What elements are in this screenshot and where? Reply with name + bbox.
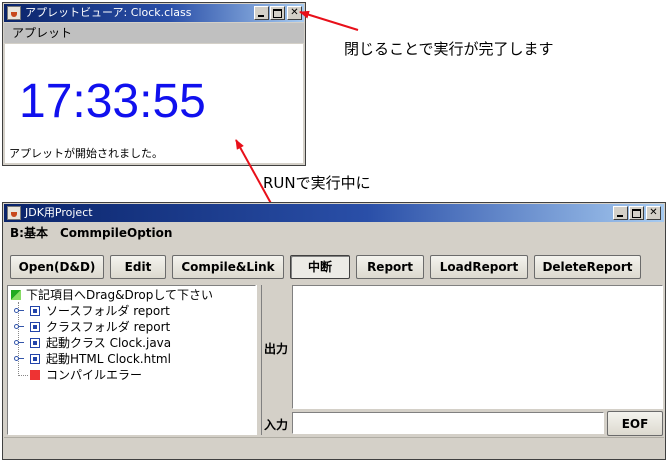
drop-target-icon xyxy=(11,290,21,300)
menu-compile-option[interactable]: CommpileOption xyxy=(60,223,172,243)
tree-key-icon[interactable] xyxy=(14,355,24,363)
tree-connector xyxy=(18,375,28,376)
html-node-icon xyxy=(30,354,40,364)
jdk-menubar: B:基本 CommpileOption xyxy=(4,223,664,243)
maximize-icon[interactable] xyxy=(629,206,644,220)
folder-node-icon xyxy=(30,306,40,316)
output-area[interactable] xyxy=(292,285,663,409)
tree-key-icon[interactable] xyxy=(14,307,24,315)
jdk-titlebar[interactable]: JDK用Project xyxy=(4,204,664,222)
delete-report-button[interactable]: DeleteReport xyxy=(534,255,641,279)
java-cup-icon xyxy=(7,206,21,220)
run-arrow-up xyxy=(235,139,274,208)
jdk-project-window: JDK用Project B:基本 CommpileOption Open(D&D… xyxy=(2,202,666,460)
stop-button[interactable]: 中断 xyxy=(290,255,350,279)
tree-item-label: コンパイルエラー xyxy=(46,368,143,382)
tree-item-label: 起動HTML Clock.html xyxy=(46,352,171,366)
input-field[interactable] xyxy=(292,412,604,434)
close-icon[interactable] xyxy=(646,206,661,220)
tree-item-label: 起動クラス Clock.java xyxy=(46,336,172,350)
input-label: 入力 xyxy=(264,418,289,432)
tree-item-label: ソースフォルダ report xyxy=(46,304,170,318)
compile-link-button[interactable]: Compile&Link xyxy=(172,255,284,279)
minimize-icon[interactable] xyxy=(613,206,628,220)
tree-key-icon[interactable] xyxy=(14,339,24,347)
split-pane-divider[interactable] xyxy=(256,285,262,435)
edit-button[interactable]: Edit xyxy=(110,255,166,279)
error-node-icon xyxy=(30,370,40,380)
jdk-window-title: JDK用Project xyxy=(25,206,93,219)
class-node-icon xyxy=(30,338,40,348)
open-button[interactable]: Open(D&D) xyxy=(10,255,104,279)
tree-key-icon[interactable] xyxy=(14,323,24,331)
report-button[interactable]: Report xyxy=(356,255,424,279)
tree-item-label: クラスフォルダ report xyxy=(46,320,171,334)
eof-button[interactable]: EOF xyxy=(607,411,663,436)
tree-root-label: 下記項目へDrag&Dropして下さい xyxy=(26,288,214,302)
close-arrow xyxy=(299,10,359,31)
output-label: 出力 xyxy=(264,342,289,356)
project-tree[interactable]: 下記項目へDrag&Dropして下さい ソースフォルダ report クラスフォ… xyxy=(7,285,256,435)
menu-basic[interactable]: B:基本 xyxy=(10,223,48,243)
load-report-button[interactable]: LoadReport xyxy=(430,255,528,279)
status-bar xyxy=(4,437,664,458)
folder-node-icon xyxy=(30,322,40,332)
